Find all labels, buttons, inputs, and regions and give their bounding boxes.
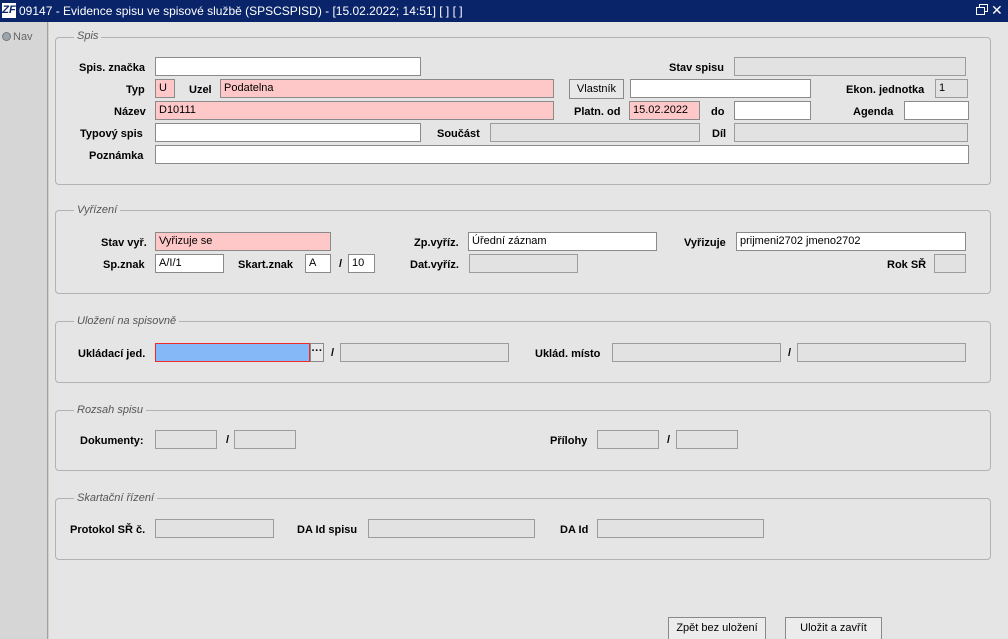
protokol-field[interactable]: [155, 519, 274, 538]
ukladaci-jed-lookup-button[interactable]: ···: [310, 343, 324, 362]
spis-znacka-label: Spis. značka: [79, 62, 146, 74]
stav-spisu-field[interactable]: [734, 57, 966, 76]
sp-znak-label: Sp.znak: [103, 259, 145, 271]
title-bar: ZF 09147 - Evidence spisu ve spisové slu…: [0, 0, 1008, 22]
group-vyrizeni-legend: Vyřízení: [74, 204, 121, 216]
typ-label: Typ: [126, 84, 145, 96]
da-id-label: DA Id: [560, 524, 589, 536]
prilohy-slash: /: [667, 434, 671, 446]
group-vyrizeni: [55, 210, 991, 294]
group-spis-legend: Spis: [74, 30, 102, 42]
stav-vyr-field[interactable]: Vyřizuje se: [155, 232, 331, 251]
ekon-jednotka-label: Ekon. jednotka: [846, 84, 925, 96]
ukladaci-jed-field[interactable]: [155, 343, 310, 362]
ulozit-a-zavrit-button[interactable]: Uložit a zavřít: [785, 617, 882, 639]
uzel-label: Uzel: [189, 84, 212, 96]
prilohy-label: Přílohy: [550, 435, 588, 447]
rok-sr-field[interactable]: [934, 254, 966, 273]
prilohy-2-field[interactable]: [676, 430, 738, 449]
stav-vyr-label: Stav vyř.: [101, 237, 147, 249]
ekon-jednotka-field[interactable]: 1: [935, 79, 968, 98]
soucast-field[interactable]: [490, 123, 700, 142]
vyrizuje-label: Vyřizuje: [684, 237, 726, 249]
left-panel: [0, 22, 48, 639]
skart-slash: /: [339, 258, 343, 270]
nazev-label: Název: [114, 106, 146, 118]
dil-label: Díl: [712, 128, 727, 140]
group-rozsah-legend: Rozsah spisu: [74, 404, 147, 416]
platn-od-label: Platn. od: [574, 106, 621, 118]
typovy-spis-label: Typový spis: [80, 128, 143, 140]
vlastnik-button[interactable]: Vlastník: [569, 79, 624, 99]
da-id-spisu-field[interactable]: [368, 519, 535, 538]
nav-label: Nav: [13, 31, 33, 43]
poznamka-field[interactable]: [155, 145, 969, 164]
uklad-misto-label: Uklád. místo: [535, 348, 601, 360]
dokumenty-slash: /: [226, 434, 230, 446]
close-icon[interactable]: ✕: [991, 2, 1003, 18]
prilohy-1-field[interactable]: [597, 430, 659, 449]
ukladaci-jed-label: Ukládací jed.: [78, 348, 146, 360]
group-ulozeni-legend: Uložení na spisovně: [74, 315, 180, 327]
dokumenty-1-field[interactable]: [155, 430, 217, 449]
window-title: 09147 - Evidence spisu ve spisové službě…: [19, 4, 463, 18]
dokumenty-label: Dokumenty:: [80, 435, 144, 447]
skart-lhuta-field[interactable]: 10: [348, 254, 375, 273]
do-label: do: [711, 106, 725, 118]
poznamka-label: Poznámka: [89, 150, 144, 162]
uklad-misto-slash: /: [788, 347, 792, 359]
skart-znak-field[interactable]: A: [305, 254, 331, 273]
stav-spisu-label: Stav spisu: [669, 62, 725, 74]
typovy-spis-field[interactable]: [155, 123, 421, 142]
uklad-misto-2-field[interactable]: [797, 343, 966, 362]
typ-field[interactable]: U: [155, 79, 175, 98]
soucast-label: Součást: [437, 128, 480, 140]
da-id-field[interactable]: [597, 519, 764, 538]
nav-item[interactable]: Nav: [2, 31, 33, 43]
protokol-label: Protokol SŘ č.: [70, 524, 146, 536]
da-id-spisu-label: DA Id spisu: [297, 524, 358, 536]
nazev-field[interactable]: D10111: [155, 101, 554, 120]
sp-znak-field[interactable]: A/I/1: [155, 254, 224, 273]
group-skartace-legend: Skartační řízení: [74, 492, 158, 504]
vlastnik-field[interactable]: [630, 79, 811, 98]
agenda-field[interactable]: [904, 101, 969, 120]
ukladaci-slash: /: [331, 347, 335, 359]
dat-vyriz-field[interactable]: [469, 254, 578, 273]
dokumenty-2-field[interactable]: [234, 430, 296, 449]
do-field[interactable]: [734, 101, 811, 120]
dat-vyriz-label: Dat.vyříz.: [410, 259, 459, 271]
spis-znacka-field[interactable]: [155, 57, 421, 76]
restore-icon[interactable]: [976, 4, 988, 16]
zpet-bez-ulozeni-button[interactable]: Zpět bez uložení: [668, 617, 766, 639]
ukladaci-jed-2-field[interactable]: [340, 343, 509, 362]
zp-vyriz-field[interactable]: Úřední záznam: [468, 232, 657, 251]
app-logo: ZF: [2, 3, 16, 18]
rok-sr-label: Rok SŘ: [887, 259, 927, 271]
agenda-label: Agenda: [853, 106, 894, 118]
nav-radio-icon: [2, 32, 11, 41]
vyrizuje-field[interactable]: prijmeni2702 jmeno2702: [736, 232, 966, 251]
uklad-misto-field[interactable]: [612, 343, 781, 362]
uzel-field[interactable]: Podatelna: [220, 79, 554, 98]
zp-vyriz-label: Zp.vyříz.: [414, 237, 459, 249]
dil-field[interactable]: [734, 123, 968, 142]
platn-od-field[interactable]: 15.02.2022: [629, 101, 700, 120]
skart-znak-label: Skart.znak: [238, 259, 294, 271]
